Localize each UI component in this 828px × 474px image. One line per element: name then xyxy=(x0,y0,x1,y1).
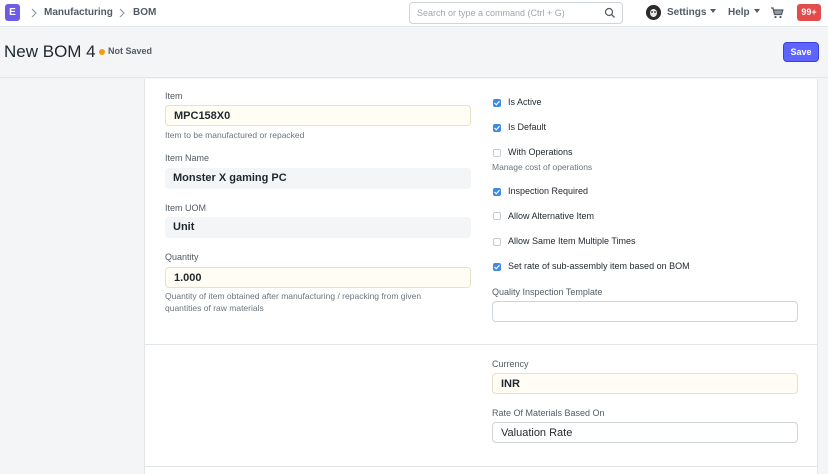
quality-template-field[interactable] xyxy=(492,301,798,322)
settings-menu[interactable]: Settings xyxy=(667,7,717,19)
status-indicator-dot xyxy=(99,49,105,55)
status-badge: Not Saved xyxy=(108,46,153,56)
item-name-label: Item Name xyxy=(165,153,210,163)
set-rate-subassembly-label: Set rate of sub-assembly item based on B… xyxy=(508,261,690,271)
chevron-right-icon xyxy=(31,8,37,18)
quality-template-label: Quality Inspection Template xyxy=(492,287,603,297)
currency-field[interactable]: INR xyxy=(492,373,798,394)
checkmark-icon xyxy=(494,189,500,195)
operations-description: Manage cost of operations xyxy=(492,162,593,172)
allow-same-item-label: Allow Same Item Multiple Times xyxy=(508,236,636,246)
with-operations-label: With Operations xyxy=(508,147,573,157)
item-name-field: Monster X gaming PC xyxy=(165,168,471,189)
item-uom-label: Item UOM xyxy=(165,203,207,213)
currency-label: Currency xyxy=(492,359,529,369)
breadcrumb-manufacturing[interactable]: Manufacturing xyxy=(44,7,113,19)
section-divider xyxy=(145,344,817,345)
form-card: Item MPC158X0 Item to be manufactured or… xyxy=(144,79,818,474)
chevron-down-icon xyxy=(710,9,717,13)
allow-same-item-checkbox[interactable] xyxy=(493,238,501,246)
chevron-down-icon xyxy=(753,9,760,13)
section-divider xyxy=(145,466,817,467)
quantity-label: Quantity xyxy=(165,252,199,262)
quantity-description-line2: quantities of raw materials xyxy=(165,303,264,313)
notification-badge[interactable]: 99+ xyxy=(797,4,821,21)
checkmark-icon xyxy=(494,125,500,131)
with-operations-checkbox[interactable] xyxy=(493,149,501,157)
rate-based-on-select[interactable]: Valuation Rate xyxy=(492,422,798,443)
item-label: Item xyxy=(165,91,183,101)
chevron-right-icon xyxy=(119,8,125,18)
settings-label: Settings xyxy=(667,7,707,18)
checkmark-icon xyxy=(494,100,500,106)
rate-based-on-label: Rate Of Materials Based On xyxy=(492,408,605,418)
breadcrumb-bom[interactable]: BOM xyxy=(133,7,156,19)
is-active-checkbox[interactable] xyxy=(493,99,501,107)
item-description: Item to be manufactured or repacked xyxy=(165,130,305,140)
app-logo[interactable]: E xyxy=(5,4,20,21)
checkmark-icon xyxy=(494,264,500,270)
page-head: New BOM 4 Not Saved Save xyxy=(0,28,828,78)
quantity-field[interactable]: 1.000 xyxy=(165,267,471,288)
search-input[interactable]: Search or type a command (Ctrl + G) xyxy=(409,2,623,24)
avatar-image xyxy=(646,5,661,20)
item-field[interactable]: MPC158X0 xyxy=(165,105,471,126)
item-uom-field: Unit xyxy=(165,217,471,238)
search-placeholder: Search or type a command (Ctrl + G) xyxy=(417,8,565,18)
is-default-checkbox[interactable] xyxy=(493,124,501,132)
set-rate-subassembly-checkbox[interactable] xyxy=(493,263,501,271)
shopping-cart-icon[interactable] xyxy=(770,7,784,19)
page-title: New BOM 4 xyxy=(4,42,96,61)
is-default-label: Is Default xyxy=(508,122,547,132)
help-menu[interactable]: Help xyxy=(728,7,760,19)
inspection-required-checkbox[interactable] xyxy=(493,188,501,196)
allow-alternative-item-checkbox[interactable] xyxy=(493,212,501,220)
inspection-required-label: Inspection Required xyxy=(508,186,589,196)
save-button[interactable]: Save xyxy=(783,42,819,62)
user-avatar[interactable] xyxy=(646,5,661,20)
search-icon xyxy=(604,7,615,18)
allow-alternative-item-label: Allow Alternative Item xyxy=(508,211,595,221)
is-active-label: Is Active xyxy=(508,97,542,107)
quantity-description-line1: Quantity of item obtained after manufact… xyxy=(165,291,422,301)
navbar: E Manufacturing BOM Search or type a com… xyxy=(0,0,828,27)
help-label: Help xyxy=(728,7,750,18)
